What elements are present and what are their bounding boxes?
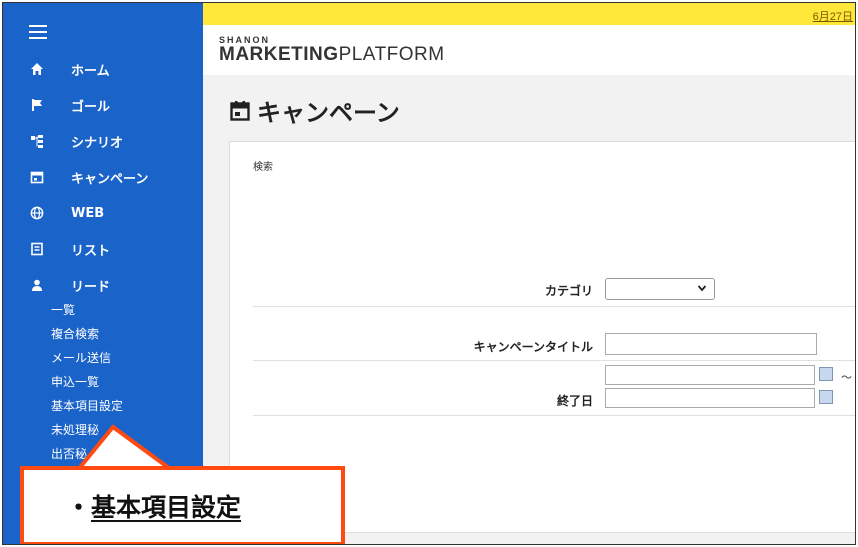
top-bar: 6月27日 (203, 3, 855, 25)
sidebar-item-label: ゴール (71, 99, 111, 115)
sidebar-item-label: リード (71, 279, 111, 295)
row-divider (253, 415, 855, 416)
calendar-icon (230, 100, 250, 121)
date-range-separator: ～ (841, 371, 852, 384)
row-divider (253, 360, 855, 361)
search-section-label: 検索 (253, 162, 273, 173)
end-date-calendar-icon[interactable] (819, 390, 833, 404)
campaign-title-input[interactable] (605, 333, 817, 355)
start-date-input[interactable] (605, 365, 815, 385)
sidebar-item-list[interactable]: リスト (3, 237, 203, 261)
date-link[interactable]: 6月27日 (813, 8, 853, 24)
start-date-calendar-icon[interactable] (819, 367, 833, 381)
sidebar-item-web[interactable]: WEB (3, 201, 203, 225)
app-window: ホーム ゴール シナリオ キャンペーン WEB リスト リード 一覧 複合検索 … (2, 2, 856, 545)
category-label: カテゴリ (544, 284, 593, 298)
flag-icon (29, 97, 45, 113)
page-title: キャンペーン (229, 93, 400, 128)
list-icon (29, 241, 45, 257)
home-icon (29, 61, 45, 77)
globe-icon (29, 205, 45, 221)
sidebar-item-home[interactable]: ホーム (3, 57, 203, 81)
sub-item-applications[interactable]: 申込一覧 (51, 373, 99, 391)
brand-logo: SHANON MARKETINGPLATFORM (219, 35, 445, 66)
callout-box: ・基本項目設定 (20, 466, 345, 544)
sidebar-item-label: ホーム (71, 63, 110, 79)
end-date-input[interactable] (605, 388, 815, 408)
category-select[interactable] (605, 278, 715, 300)
sub-item-list[interactable]: 一覧 (51, 301, 75, 319)
sidebar-item-label: リスト (71, 243, 111, 259)
calendar-icon (29, 169, 45, 185)
sub-item-basic-settings[interactable]: 基本項目設定 (51, 397, 123, 415)
sidebar-item-label: シナリオ (71, 135, 124, 151)
brand-bold-text: MARKETING (219, 44, 339, 65)
hamburger-menu-icon[interactable] (29, 25, 47, 39)
sub-item-advanced-search[interactable]: 複合検索 (51, 325, 99, 343)
chevron-down-icon (697, 283, 707, 296)
sidebar-item-lead[interactable]: リード (3, 273, 203, 297)
sidebar-item-label: WEB (71, 205, 105, 221)
sidebar-item-campaign[interactable]: キャンペーン (3, 165, 203, 189)
page-title-text: キャンペーン (257, 99, 400, 127)
callout-bullet: ・ (66, 493, 92, 522)
person-icon (29, 277, 45, 293)
brand-light-text: PLATFORM (338, 44, 445, 65)
campaign-title-label: キャンペーンタイトル (473, 340, 593, 354)
brand-main-text: MARKETINGPLATFORM (219, 44, 445, 66)
sidebar-item-label: キャンペーン (71, 171, 149, 187)
end-date-label: 終了日 (556, 394, 593, 408)
sidebar-item-goal[interactable]: ゴール (3, 93, 203, 117)
scenario-icon (29, 133, 45, 149)
sidebar-item-scenario[interactable]: シナリオ (3, 129, 203, 153)
callout-label: 基本項目設定 (91, 493, 242, 522)
row-divider (253, 306, 855, 307)
sub-item-send-mail[interactable]: メール送信 (51, 349, 111, 367)
callout-text: ・基本項目設定 (66, 488, 241, 524)
